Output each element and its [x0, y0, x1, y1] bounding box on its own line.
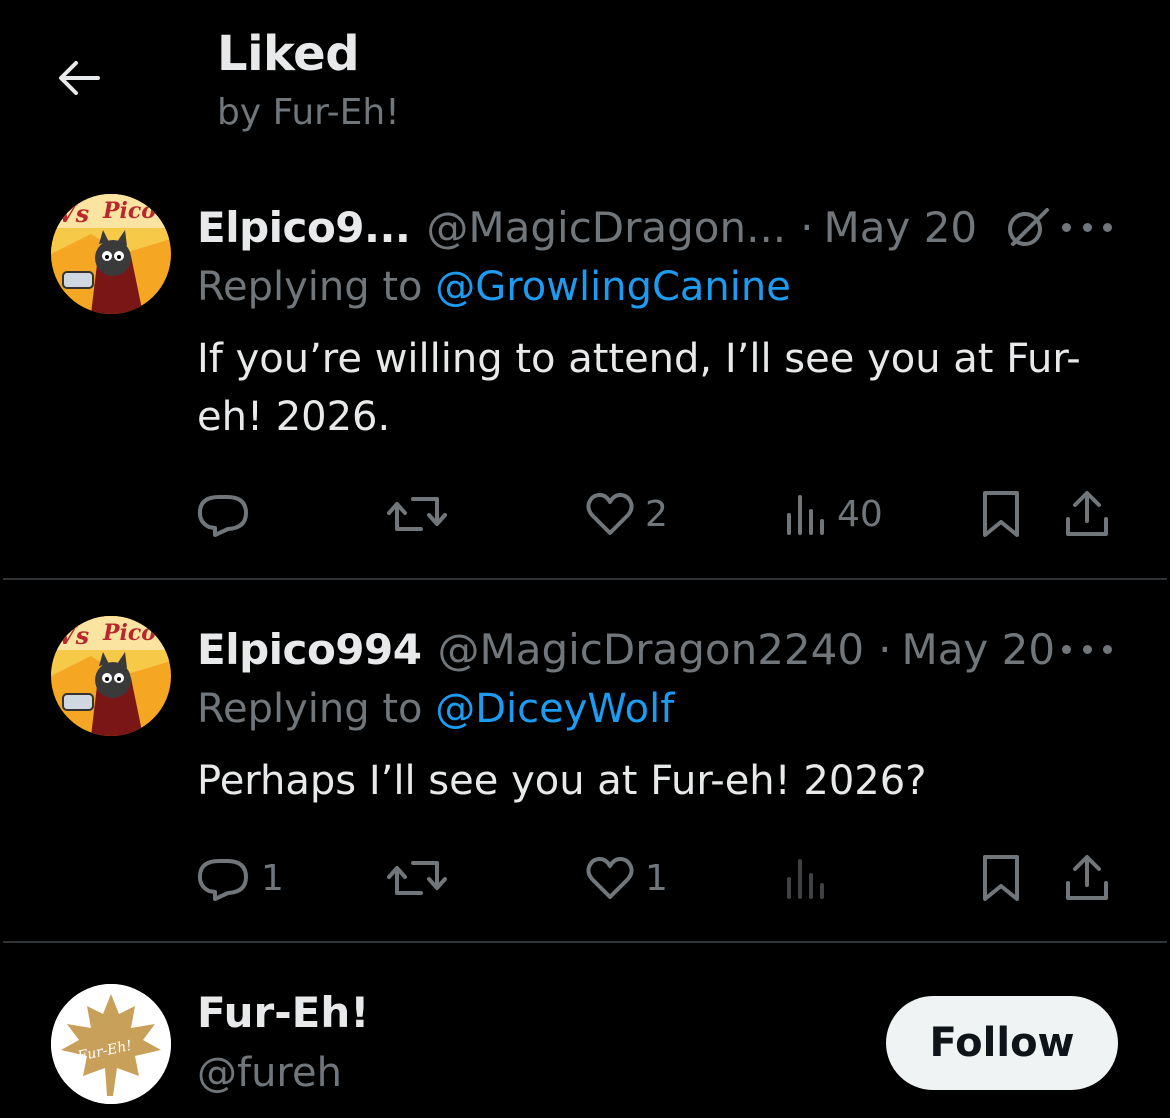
tweet-text: If you’re willing to attend, I’ll see yo…: [197, 336, 1081, 440]
back-arrow-icon: [59, 61, 100, 95]
divider: [3, 941, 1167, 943]
share-button[interactable]: [1063, 848, 1111, 908]
avatar[interactable]: Vs Pico: [51, 616, 171, 736]
meta-separator: ·: [878, 624, 892, 674]
author-name[interactable]: Elpico9...: [197, 203, 411, 252]
more-icon[interactable]: [1062, 634, 1112, 664]
divider: [3, 578, 1167, 580]
more-icon[interactable]: [1062, 212, 1112, 242]
tweet-meta: Elpico9... @MagicDragon... · May 20: [197, 198, 1053, 256]
like-count: 2: [645, 493, 668, 535]
bookmark-icon: [983, 491, 1019, 537]
tweet-meta: Elpico994 @MagicDragon2240 · May 20: [197, 620, 1055, 678]
like-count: 1: [645, 857, 668, 899]
reply-button[interactable]: 1: [195, 848, 284, 908]
share-icon: [1066, 855, 1108, 900]
reply-mention[interactable]: @DiceyWolf: [435, 686, 674, 732]
back-button[interactable]: [50, 50, 106, 106]
bookmark-icon: [983, 855, 1019, 901]
page-header: Liked by Fur-Eh!: [0, 0, 1170, 170]
replying-to: Replying to @GrowlingCanine: [197, 264, 791, 310]
reply-icon: [197, 859, 248, 901]
tweet[interactable]: Vs Pico Elpico994 @MagicDragon2240 · May…: [0, 612, 1170, 942]
replying-to-label: Replying to: [197, 686, 423, 732]
avatar[interactable]: Fur-Eh!: [51, 984, 171, 1104]
views-icon: [787, 859, 824, 899]
tweet-date[interactable]: May 20: [824, 203, 978, 252]
profile-name[interactable]: Fur-Eh!: [197, 988, 369, 1037]
page-subtitle: by Fur-Eh!: [217, 92, 400, 133]
like-button[interactable]: 1: [585, 848, 668, 908]
repost-icon: [387, 497, 447, 531]
reply-mention[interactable]: @GrowlingCanine: [435, 264, 791, 310]
tweet-actions: 1 1: [195, 848, 1125, 908]
share-button[interactable]: [1063, 484, 1111, 544]
like-button[interactable]: 2: [585, 484, 668, 544]
share-icon: [1066, 491, 1108, 536]
replying-to-label: Replying to: [197, 264, 423, 310]
bookmark-button[interactable]: [979, 848, 1023, 908]
profile-row[interactable]: Fur-Eh! Fur-Eh! @fureh Follow: [0, 960, 1170, 1118]
views-button[interactable]: [785, 848, 837, 908]
svg-text:Pico: Pico: [102, 198, 156, 224]
like-icon: [586, 857, 634, 899]
tweet-actions: 2 40: [195, 484, 1125, 544]
grok-icon[interactable]: [1003, 204, 1053, 250]
repost-button[interactable]: [387, 484, 457, 544]
reply-icon: [197, 495, 248, 537]
views-count: 40: [837, 493, 883, 535]
tweet[interactable]: Vs Pico Elpico9... @MagicDragon... · May…: [0, 190, 1170, 580]
repost-button[interactable]: [387, 848, 457, 908]
reply-button[interactable]: [195, 484, 261, 544]
follow-button[interactable]: Follow: [886, 996, 1118, 1090]
profile-handle[interactable]: @fureh: [197, 1050, 342, 1096]
svg-text:Vs: Vs: [57, 199, 90, 228]
avatar[interactable]: Vs Pico: [51, 194, 171, 314]
tweet-date[interactable]: May 20: [901, 625, 1055, 674]
views-icon: [787, 495, 824, 535]
repost-icon: [387, 861, 447, 895]
reply-count: 1: [261, 857, 284, 899]
svg-text:Vs: Vs: [57, 621, 90, 650]
replying-to: Replying to @DiceyWolf: [197, 686, 674, 732]
svg-text:Pico: Pico: [102, 620, 156, 646]
page-title: Liked: [217, 26, 360, 82]
views-button[interactable]: 40: [785, 484, 883, 544]
author-handle[interactable]: @MagicDragon...: [426, 203, 786, 252]
like-icon: [586, 493, 634, 535]
tweet-text: Perhaps I’ll see you at Fur-eh! 2026?: [197, 758, 927, 804]
bookmark-button[interactable]: [979, 484, 1023, 544]
meta-separator: ·: [800, 202, 814, 252]
author-handle[interactable]: @MagicDragon2240: [437, 625, 864, 674]
author-name[interactable]: Elpico994: [197, 625, 422, 674]
